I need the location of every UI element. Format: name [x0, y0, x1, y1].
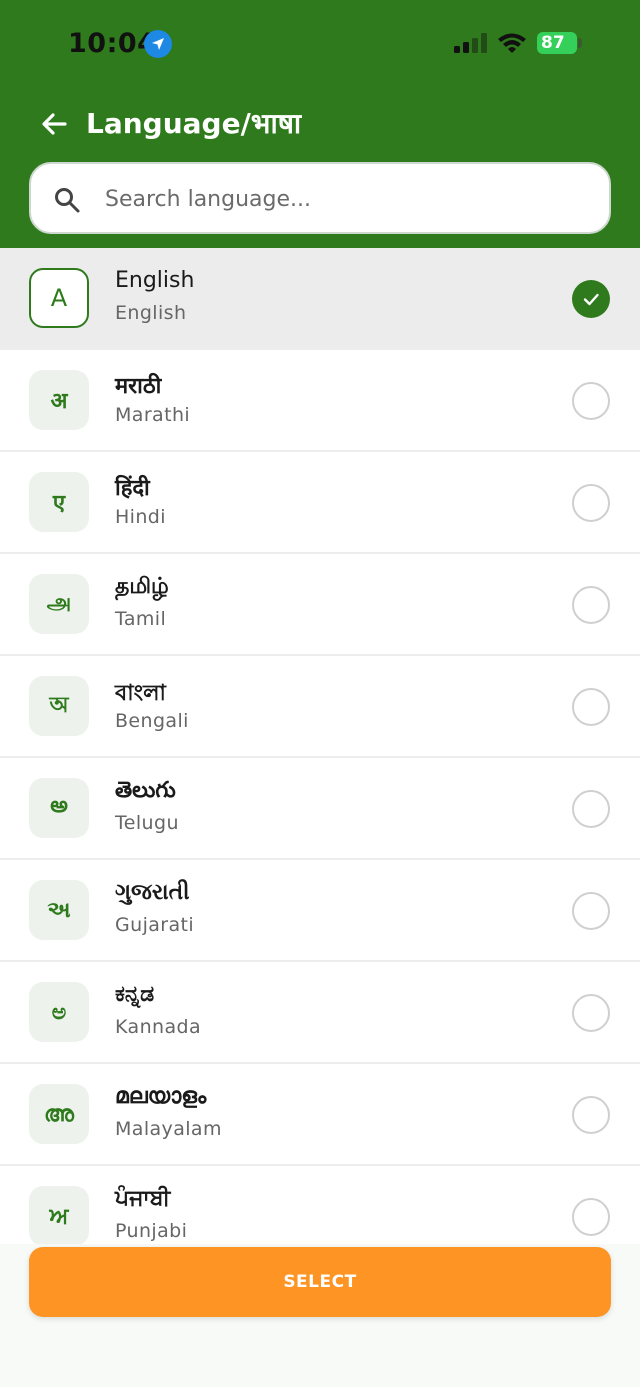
language-native-name: ગુજરાતી — [115, 880, 190, 905]
select-button[interactable]: SELECT — [29, 1247, 611, 1317]
radio-button[interactable] — [572, 382, 610, 420]
arrow-left-icon — [42, 113, 67, 135]
search-icon — [55, 188, 80, 213]
language-row-telugu[interactable]: అ తెలుగు Telugu — [0, 758, 640, 860]
radio-button[interactable] — [572, 688, 610, 726]
selected-check-icon[interactable] — [572, 280, 610, 318]
language-native-name: ਪੰਜਾਬੀ — [115, 1186, 171, 1211]
battery-icon: 87 — [537, 32, 577, 54]
language-row-kannada[interactable]: ಅ ಕನ್ನಡ Kannada — [0, 962, 640, 1064]
language-english-name: Gujarati — [115, 914, 195, 936]
language-row-bengali[interactable]: অ বাংলা Bengali — [0, 656, 640, 758]
language-native-name: English — [115, 268, 195, 293]
app-header: 10:04 87 Language/भाषा — [0, 0, 640, 248]
location-arrow-icon — [144, 30, 172, 58]
radio-button[interactable] — [572, 892, 610, 930]
language-letter-badge: ए — [29, 472, 89, 532]
language-row-gujarati[interactable]: અ ગુજરાતી Gujarati — [0, 860, 640, 962]
radio-button[interactable] — [572, 994, 610, 1032]
language-native-name: हिंदी — [115, 476, 150, 501]
search-bar — [29, 162, 611, 234]
language-native-name: मराठी — [115, 374, 162, 399]
language-english-name: Bengali — [115, 710, 189, 732]
language-list: A English English अ मराठी Marathi ए हिंद… — [0, 248, 640, 1268]
radio-button[interactable] — [572, 586, 610, 624]
language-english-name: Marathi — [115, 404, 191, 426]
language-letter-badge: ಅ — [29, 982, 89, 1042]
language-native-name: বাংলা — [115, 681, 166, 706]
language-native-name: മലയാളം — [115, 1084, 207, 1109]
back-button[interactable] — [34, 104, 74, 144]
language-english-name: Malayalam — [115, 1118, 222, 1140]
radio-button[interactable] — [572, 1198, 610, 1236]
radio-button[interactable] — [572, 1096, 610, 1134]
language-native-name: తెలుగు — [115, 778, 176, 803]
language-native-name: ಕನ್ನಡ — [115, 982, 155, 1007]
language-letter-badge: ਅ — [29, 1186, 89, 1246]
status-bar: 10:04 87 — [0, 0, 640, 88]
language-row-tamil[interactable]: அ தமிழ் Tamil — [0, 554, 640, 656]
language-letter-badge: അ — [29, 1084, 89, 1144]
battery-tip — [578, 38, 582, 48]
language-letter-badge: অ — [29, 676, 89, 736]
language-english-name: Hindi — [115, 506, 166, 528]
battery-level: 87 — [541, 33, 565, 53]
language-letter-badge: అ — [29, 778, 89, 838]
language-row-malayalam[interactable]: അ മലയാളം Malayalam — [0, 1064, 640, 1166]
signal-icon — [454, 33, 487, 53]
language-letter-badge: अ — [29, 370, 89, 430]
radio-button[interactable] — [572, 484, 610, 522]
language-letter-badge: અ — [29, 880, 89, 940]
language-english-name: Tamil — [115, 608, 167, 630]
language-letter-badge: அ — [29, 574, 89, 634]
wifi-icon — [498, 33, 526, 53]
language-letter-badge: A — [29, 268, 89, 328]
radio-button[interactable] — [572, 790, 610, 828]
page-title: Language/भाषा — [86, 107, 302, 140]
language-english-name: English — [115, 302, 187, 324]
language-english-name: Kannada — [115, 1016, 201, 1038]
language-english-name: Telugu — [115, 812, 179, 834]
search-input[interactable] — [105, 178, 585, 220]
language-english-name: Punjabi — [115, 1220, 188, 1242]
language-row-english[interactable]: A English English — [0, 248, 640, 350]
language-native-name: தமிழ் — [115, 574, 169, 599]
language-row-hindi[interactable]: ए हिंदी Hindi — [0, 452, 640, 554]
language-row-marathi[interactable]: अ मराठी Marathi — [0, 350, 640, 452]
